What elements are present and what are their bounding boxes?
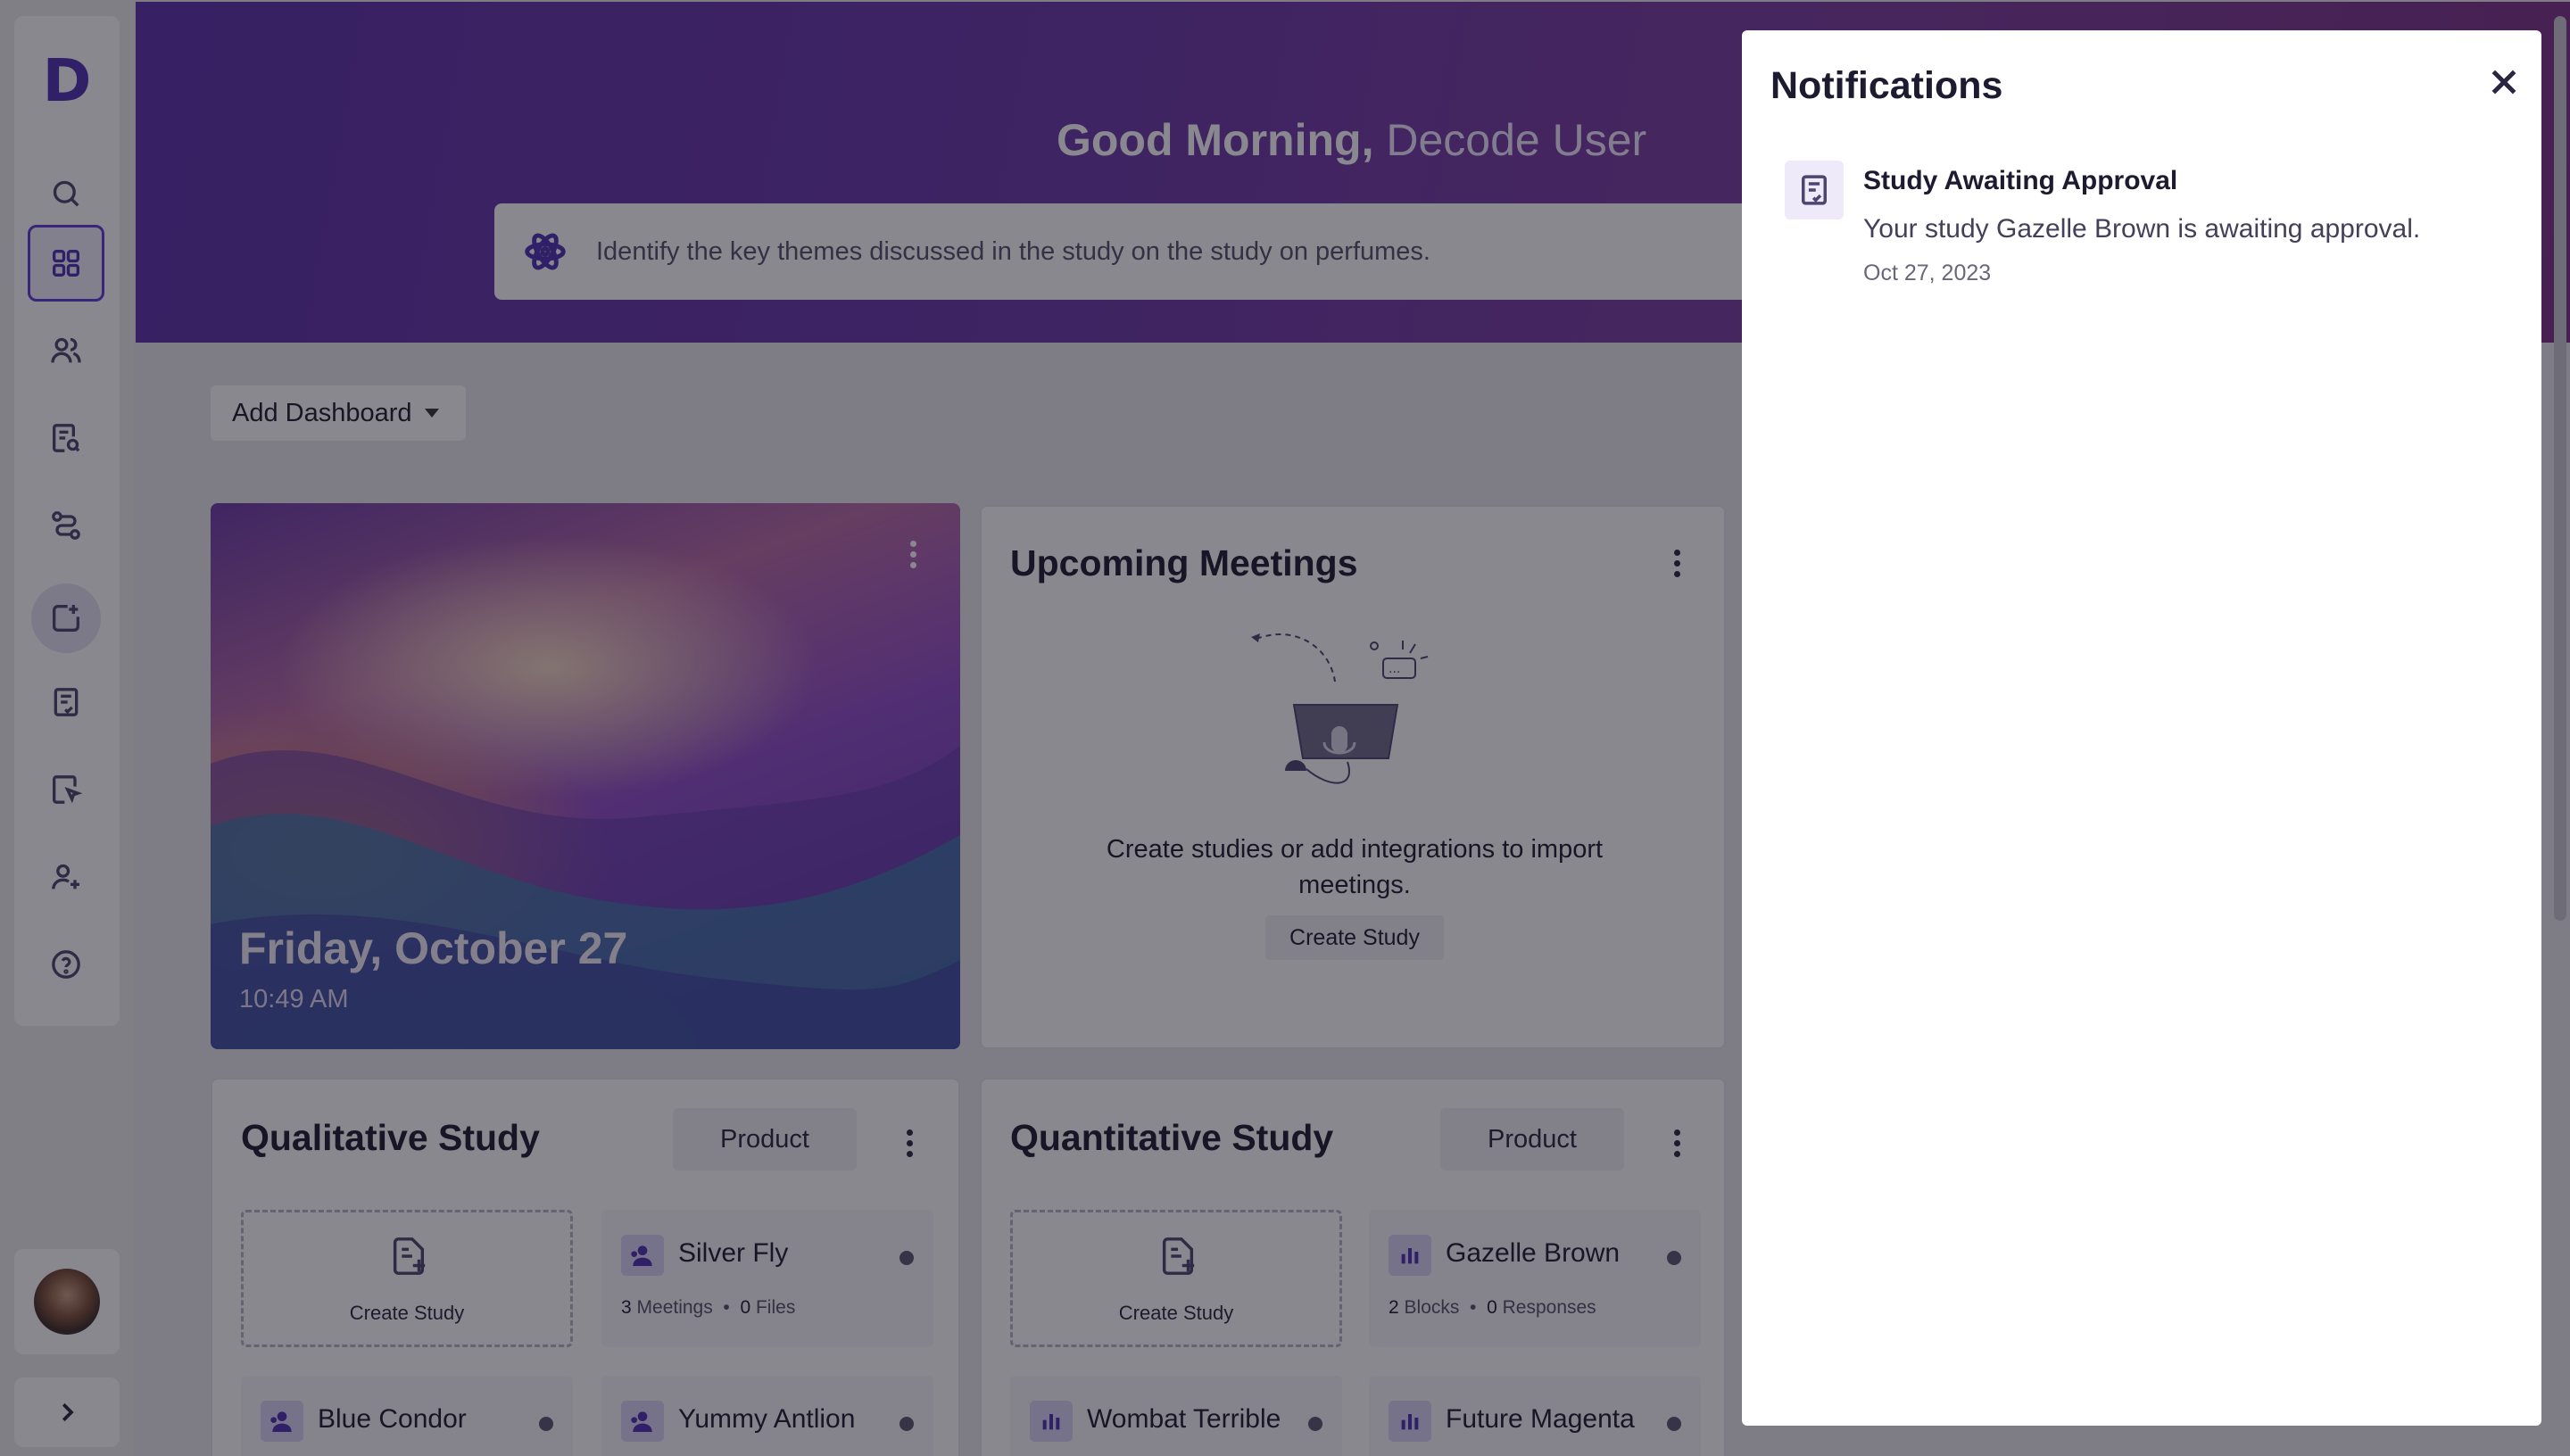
- notification-message: Your study Gazelle Brown is awaiting app…: [1863, 214, 2421, 244]
- notifications-title: Notifications: [1770, 64, 2003, 107]
- close-icon: [2491, 70, 2516, 95]
- notification-title: Study Awaiting Approval: [1863, 166, 2178, 195]
- document-check-icon: [1785, 161, 1844, 219]
- notifications-panel: Notifications Study Awaiting Approval Yo…: [1742, 30, 2541, 1426]
- close-notifications-button[interactable]: [2486, 64, 2522, 100]
- notification-date: Oct 27, 2023: [1863, 261, 1992, 285]
- notification-item[interactable]: Study Awaiting Approval Your study Gazel…: [1785, 161, 2516, 303]
